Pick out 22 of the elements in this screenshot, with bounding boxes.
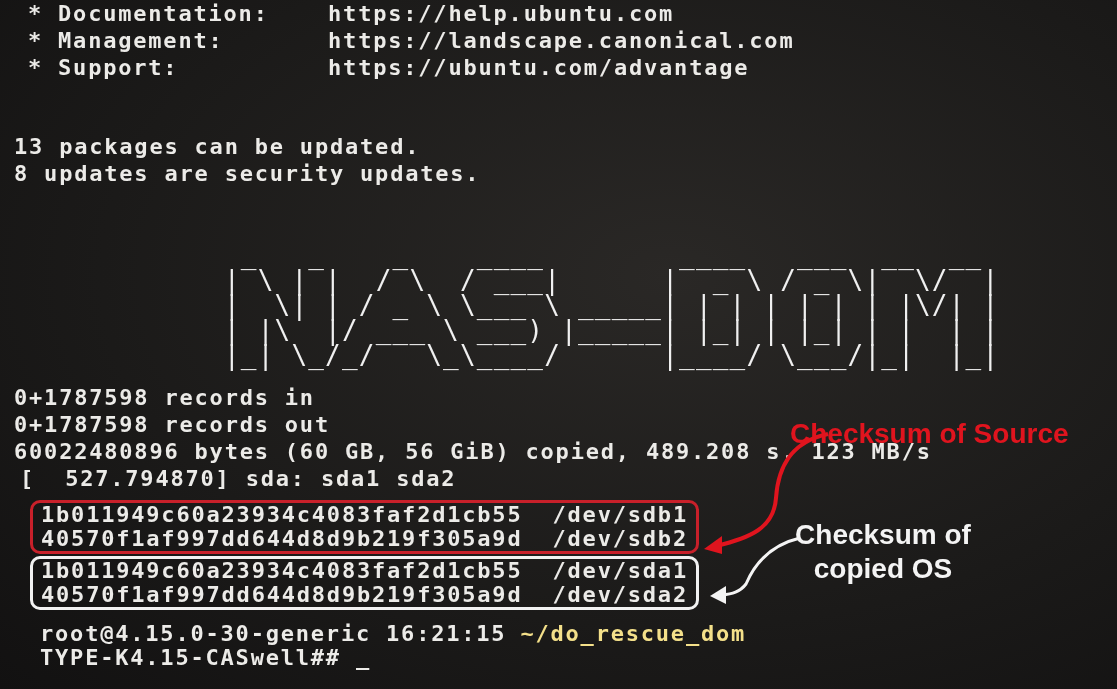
prompt-path: ~/do_rescue_dom — [520, 621, 747, 646]
terminal-line: 13 packages can be updated. — [14, 133, 421, 160]
motd-url: https://ubuntu.com/advantage — [328, 54, 750, 81]
checksum-line: 40570f1af997dd644d8d9b219f305a9d /dev/sda2 — [41, 583, 688, 607]
terminal-line: 0+1787598 records out — [14, 411, 330, 438]
prompt-line: TYPE-K4.15-CASwell## _ — [40, 646, 371, 670]
prompt-text: root@4.15.0-30-generic 16:21:15 — [40, 621, 507, 646]
checksum-line: 1b011949c60a23934c4083faf2d1cb55 /dev/sdb1 — [41, 503, 688, 527]
annotation-label: Checksum of copied OS — [794, 518, 972, 586]
terminal-line: [ 527.794870] sda: sda1 sda2 — [19, 465, 457, 492]
motd-label: Management: — [58, 27, 225, 54]
bullet-text: * — [28, 27, 44, 54]
motd-label: Support: — [58, 54, 180, 81]
motd-url: https://help.ubuntu.com — [328, 0, 675, 27]
terminal-line: 8 updates are security updates. — [14, 160, 481, 187]
bullet-text: * — [28, 54, 44, 81]
motd-label: Documentation: — [58, 0, 270, 27]
terminal-line: 0+1787598 records in — [14, 384, 315, 411]
checksum-line: 40570f1af997dd644d8d9b219f305a9d /dev/sdb2 — [41, 527, 688, 551]
motd-url: https://landscape.canonical.com — [328, 27, 795, 54]
bullet-text: * — [28, 0, 44, 27]
checksum-line: 1b011949c60a23934c4083faf2d1cb55 /dev/sda1 — [41, 559, 688, 583]
